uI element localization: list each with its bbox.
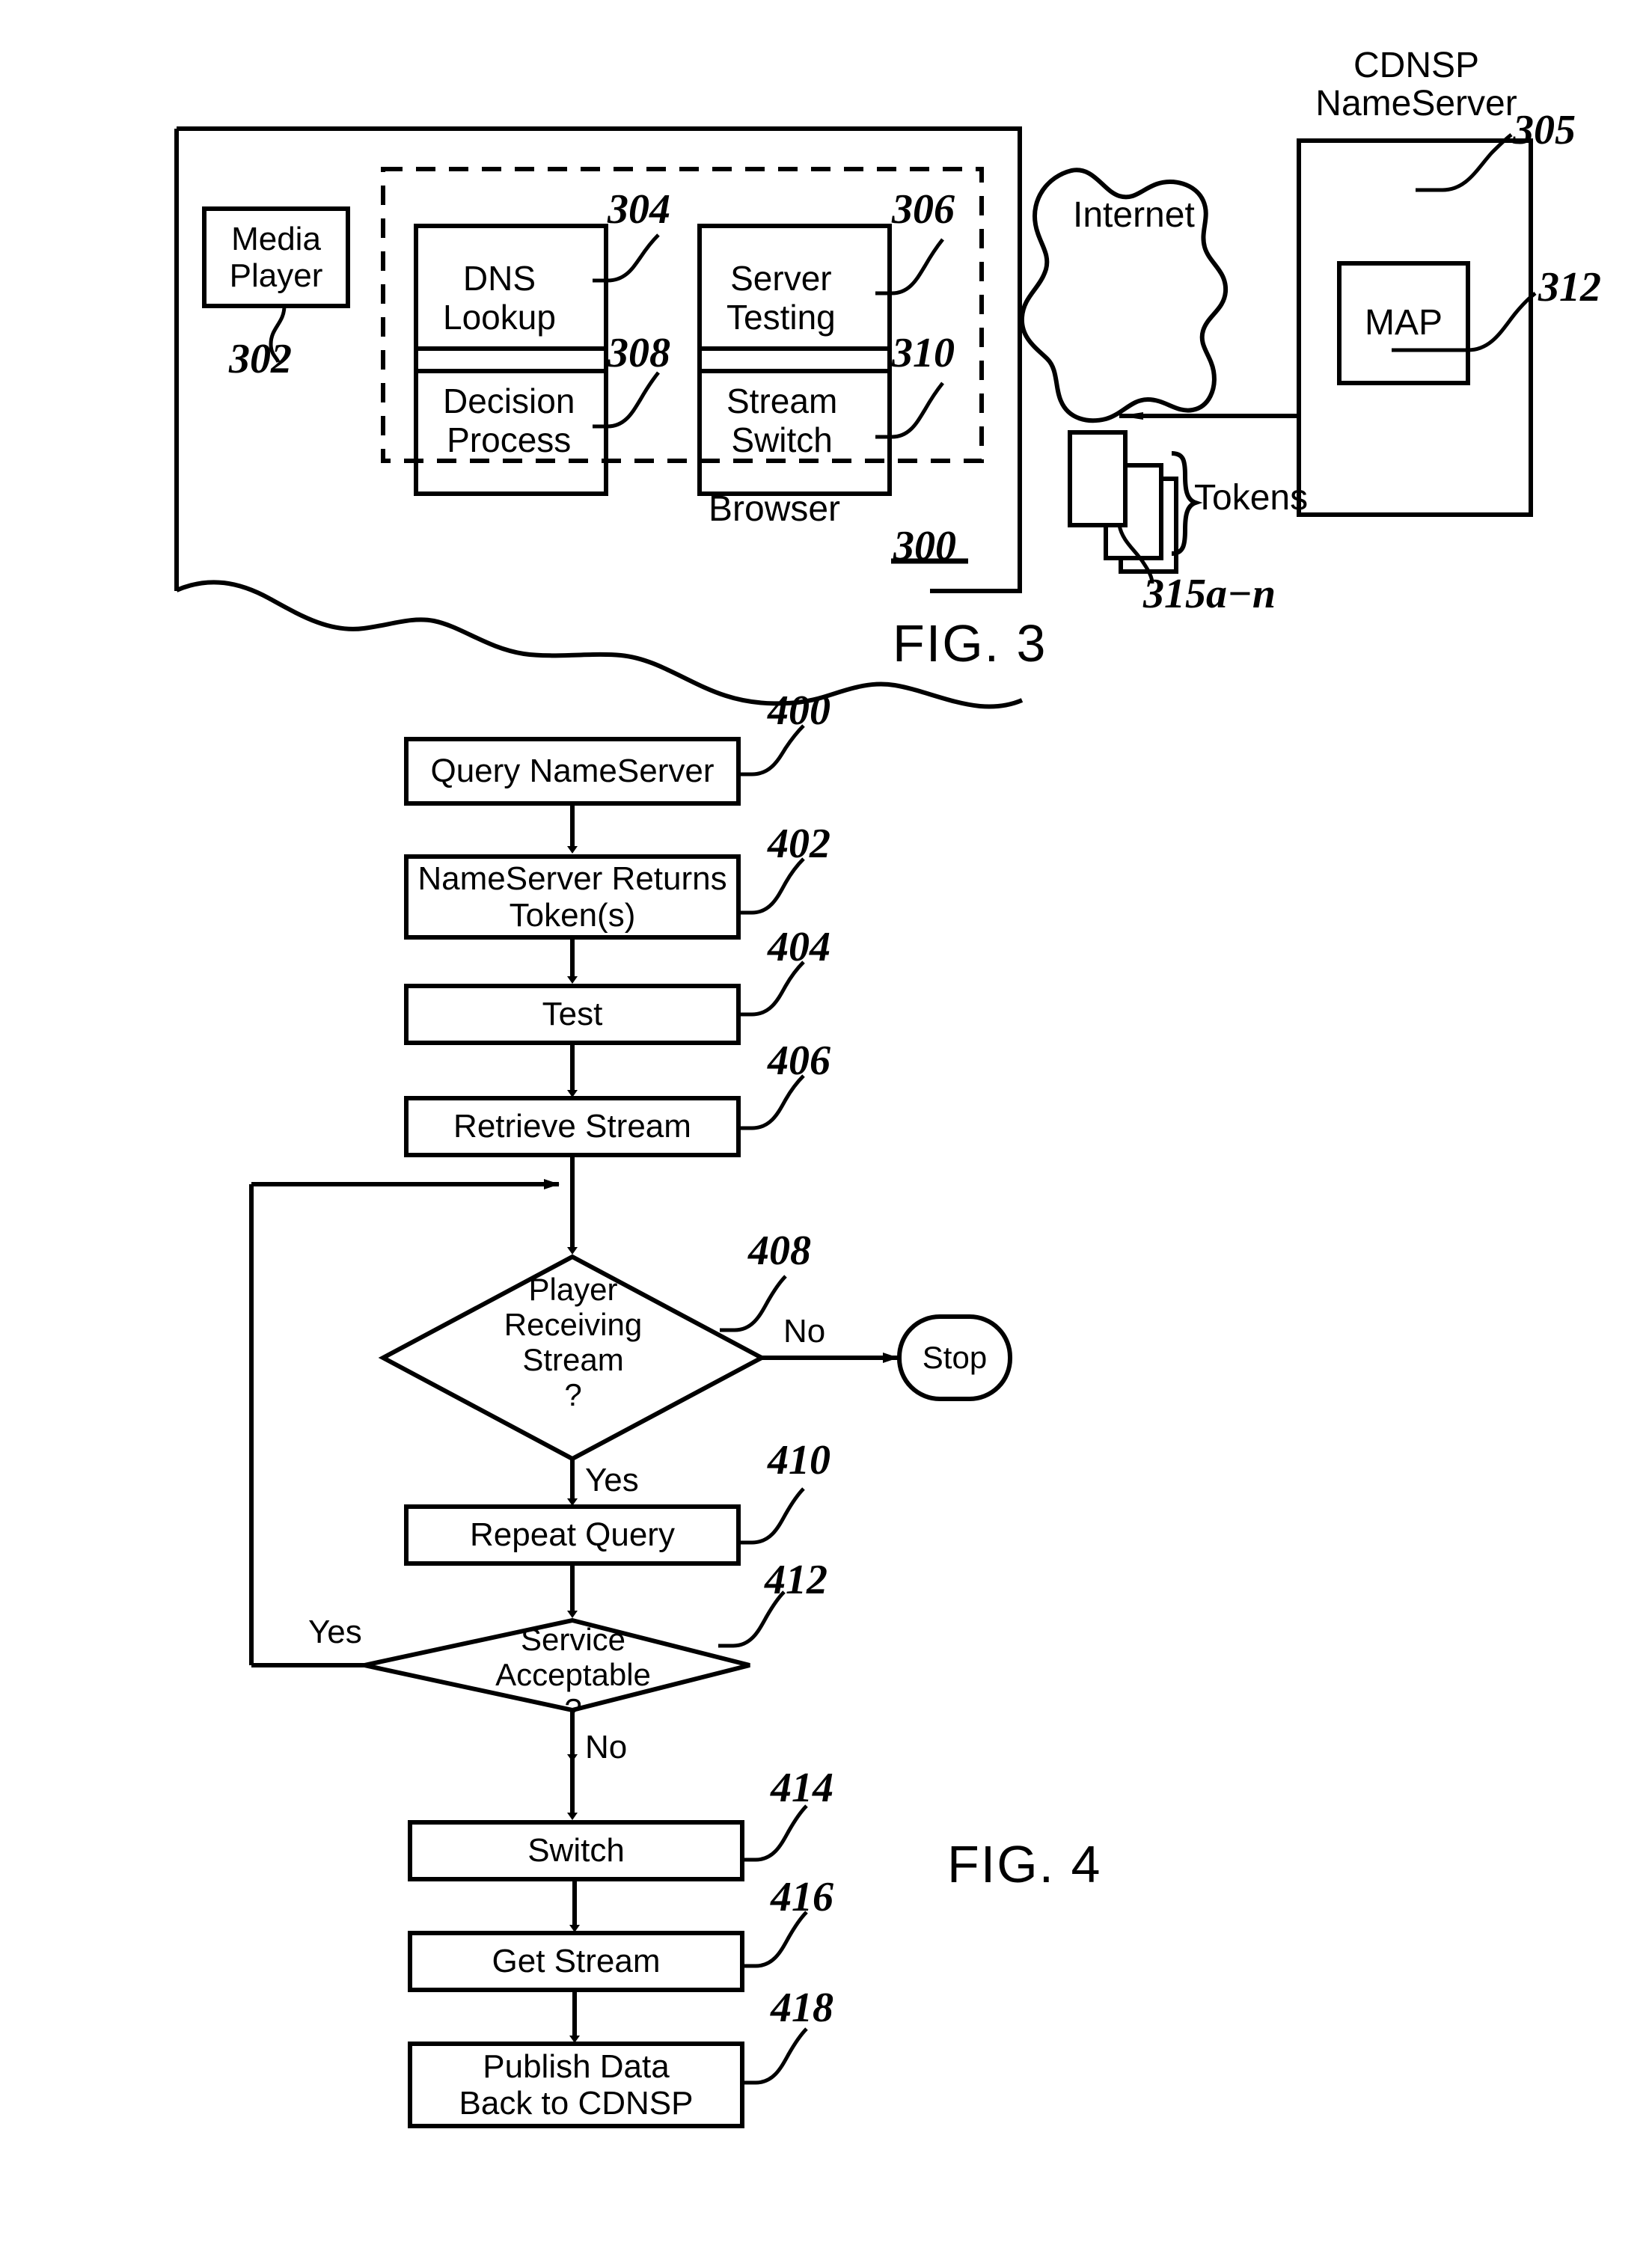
fig4-label-408: Player Receiving Stream ? [504, 1272, 643, 1413]
fig3-label-map: MAP [1364, 303, 1443, 343]
fig4-edgelabel-412-no: No [585, 1729, 628, 1765]
fig4-ref-404: 404 [768, 924, 830, 970]
fig3-ref-310: 310 [892, 330, 955, 376]
fig3-ref-315an: 315a−n [1143, 571, 1276, 617]
fig3-label-internet: Internet [1073, 195, 1195, 235]
fig3-ref-306: 306 [892, 186, 955, 233]
fig3-ref-302: 302 [229, 336, 292, 382]
fig4-edgelabel-412-yes: Yes [308, 1614, 362, 1650]
fig4-ref-402: 402 [768, 821, 830, 867]
fig4-ref-414: 414 [771, 1765, 833, 1811]
fig4-ref-418: 418 [771, 1985, 833, 2031]
patent-figure-sheet: Media Player 302 DNS Lookup 304 Server T… [0, 0, 1652, 2242]
fig4-edgelabel-408-no: No [783, 1313, 826, 1350]
fig4-figure-label: FIG. 4 [947, 1835, 1102, 1893]
fig4-label-404: Test [542, 996, 603, 1033]
fig4-label-stop: Stop [922, 1340, 988, 1376]
fig3-ref-305: 305 [1513, 107, 1576, 153]
fig4-label-402: NameServer Returns Token(s) [417, 860, 727, 934]
fig4-edgelabel-408-yes: Yes [585, 1462, 639, 1498]
fig3-ref-304: 304 [608, 186, 670, 233]
fig3-label-stream-switch: Stream Switch [726, 382, 838, 459]
fig3-ref-308: 308 [608, 330, 670, 376]
fig3-ref-312: 312 [1538, 264, 1601, 310]
fig3-caption-browser: Browser [709, 489, 841, 529]
fig4-ref-406: 406 [768, 1038, 830, 1084]
fig4-ref-410: 410 [768, 1437, 830, 1483]
fig4-ref-400: 400 [768, 687, 830, 734]
fig4-ref-408: 408 [748, 1228, 811, 1274]
fig3-label-decision-process: Decision Process [443, 382, 575, 459]
fig4-ref-416: 416 [771, 1874, 833, 1920]
fig3-figure-label: FIG. 3 [893, 614, 1047, 673]
fig3-ref-300: 300 [893, 523, 956, 569]
fig3-title-nameserver-line1: CDNSP [1353, 46, 1480, 85]
fig4-label-416: Get Stream [492, 1943, 661, 1980]
fig4-label-410: Repeat Query [470, 1516, 675, 1554]
fig3-label-tokens: Tokens [1194, 478, 1309, 518]
fig4-ref-412: 412 [765, 1557, 827, 1603]
fig3-label-media-player: Media Player [229, 220, 323, 294]
fig4-label-400: Query NameServer [430, 753, 715, 790]
fig4-label-418: Publish Data Back to CDNSP [459, 2047, 694, 2122]
fig4-label-412: Service Acceptable ? [495, 1622, 651, 1728]
fig4-label-406: Retrieve Stream [453, 1108, 691, 1145]
fig4-label-414: Switch [527, 1832, 625, 1869]
